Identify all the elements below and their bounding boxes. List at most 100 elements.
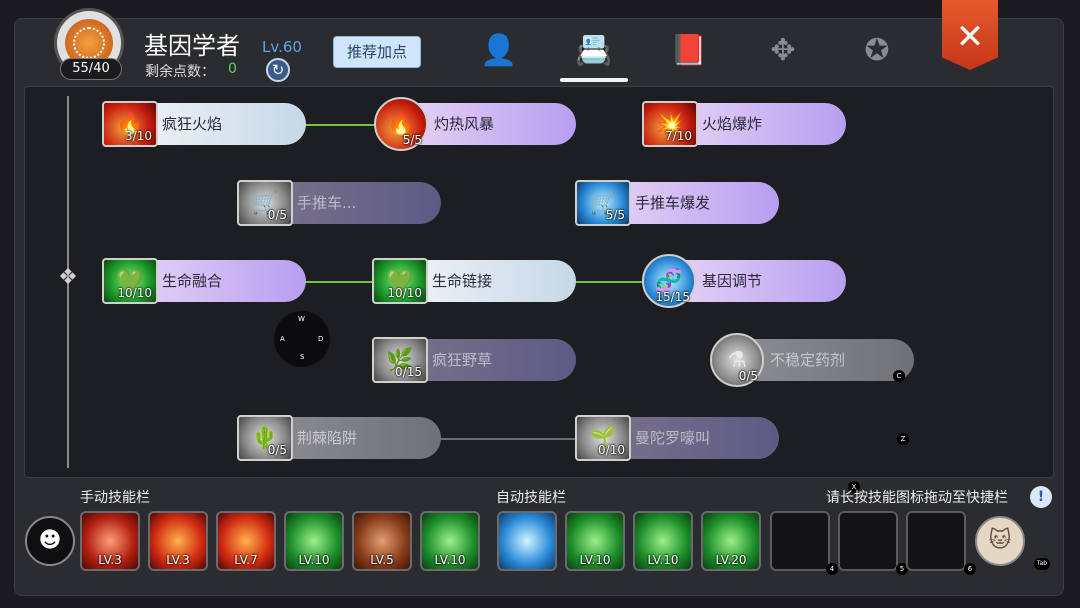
skill-name: 曼陀罗嚎叫 bbox=[635, 429, 711, 447]
skill-name: 疯狂火焰 bbox=[162, 115, 223, 133]
connector bbox=[570, 281, 650, 283]
auto-slot-3[interactable]: LV.10 bbox=[633, 511, 693, 571]
auto-skill-bar-label: 自动技能栏 bbox=[496, 490, 566, 506]
manual-slot-3[interactable]: LV.7 bbox=[216, 511, 276, 571]
skill-count: 10/10 bbox=[387, 286, 422, 300]
recommend-points-button[interactable]: 推荐加点 bbox=[333, 36, 421, 68]
gene-regulate-icon: 🧬 15/15 bbox=[642, 254, 696, 308]
slot-key-hint: 4 bbox=[826, 563, 838, 575]
skill-count: 0/5 bbox=[267, 208, 287, 222]
active-tab-indicator bbox=[560, 78, 628, 82]
manual-slot-5[interactable]: LV.5 bbox=[352, 511, 412, 571]
tab-badge[interactable]: ✪ bbox=[854, 30, 900, 72]
manual-slot-2[interactable]: LV.3 bbox=[148, 511, 208, 571]
manual-mode-avatar[interactable]: ☻ bbox=[25, 516, 75, 566]
skill-node[interactable]: 生命链接 💚 10/10 bbox=[372, 258, 576, 304]
auto-slot-4[interactable]: LV.20 bbox=[701, 511, 761, 571]
connector bbox=[300, 124, 380, 126]
skill-points-total: 55/40 bbox=[60, 58, 122, 80]
skill-node[interactable]: 生命融合 💚 10/10 bbox=[102, 258, 306, 304]
key-z-hint: Z bbox=[897, 433, 909, 445]
cart-burst-icon: 🛒 5/5 bbox=[575, 180, 631, 226]
info-icon[interactable]: ! bbox=[1030, 486, 1052, 508]
manual-skill-bar-label: 手动技能栏 bbox=[80, 490, 150, 506]
manual-slot-4[interactable]: LV.10 bbox=[284, 511, 344, 571]
key-c-hint: C bbox=[893, 370, 905, 382]
skill-node[interactable]: 基因调节 🧬 15/15 bbox=[642, 254, 846, 308]
explosion-icon: 💥 7/10 bbox=[642, 101, 698, 147]
slot-key-hint: 6 bbox=[964, 563, 976, 575]
ornament-icon: ❖ bbox=[58, 265, 78, 290]
person-star-icon: 👤 bbox=[480, 33, 518, 68]
tab-book[interactable]: 📕 bbox=[666, 30, 712, 72]
cross-arrows-icon: ✥ bbox=[770, 33, 796, 68]
auto-mode-avatar[interactable]: 🐱 bbox=[975, 516, 1025, 566]
empty-slot[interactable] bbox=[770, 511, 830, 571]
class-level: Lv.60 bbox=[262, 38, 302, 56]
skill-node[interactable]: 灼热风暴 🔥 5/5 bbox=[374, 97, 578, 151]
tab-key-hint: Tab bbox=[1034, 558, 1050, 570]
tab-character-skill[interactable]: 👤 bbox=[476, 30, 522, 72]
manual-slot-6[interactable]: LV.10 bbox=[420, 511, 480, 571]
tab-cross[interactable]: ✥ bbox=[760, 30, 806, 72]
skill-name: 火焰爆炸 bbox=[702, 115, 763, 133]
skill-name: 生命融合 bbox=[162, 272, 223, 290]
skill-name: 灼热风暴 bbox=[434, 115, 495, 133]
skill-count: 7/10 bbox=[665, 129, 692, 143]
skill-node[interactable]: 手推车爆发 🛒 5/5 bbox=[575, 180, 779, 226]
contact-book-icon: 📇 bbox=[575, 33, 613, 68]
potion-icon: ⚗ 0/5 bbox=[710, 333, 764, 387]
skill-count: 5/5 bbox=[402, 133, 422, 147]
fire-storm-icon: 🔥 5/5 bbox=[374, 97, 428, 151]
connector bbox=[300, 281, 380, 283]
auto-slot-1[interactable] bbox=[497, 511, 557, 571]
close-button[interactable]: ✕ bbox=[942, 0, 998, 70]
skill-node[interactable]: 荆棘陷阱 🌵 0/5 bbox=[237, 415, 441, 461]
empty-slot[interactable] bbox=[906, 511, 966, 571]
skill-node[interactable]: 曼陀罗嚎叫 🌱 0/10 bbox=[575, 415, 779, 461]
skill-name: 手推车... bbox=[297, 194, 357, 212]
skill-name: 生命链接 bbox=[432, 272, 493, 290]
skill-name: 手推车爆发 bbox=[635, 194, 711, 212]
remaining-points-label: 剩余点数： bbox=[145, 64, 215, 80]
skill-count: 3/10 bbox=[125, 129, 152, 143]
class-title: 基因学者 bbox=[144, 32, 240, 60]
fire-icon: 🔥 3/10 bbox=[102, 101, 158, 147]
cat-face-icon: ☻ bbox=[38, 528, 62, 553]
remaining-points-value: 0 bbox=[228, 61, 237, 77]
skill-node[interactable]: 火焰爆炸 💥 7/10 bbox=[642, 101, 846, 147]
skill-count: 5/5 bbox=[605, 208, 625, 222]
reset-points-button[interactable]: ↻ bbox=[266, 58, 290, 82]
skill-name: 荆棘陷阱 bbox=[297, 429, 358, 447]
skill-count: 0/10 bbox=[598, 443, 625, 457]
skill-count: 0/5 bbox=[267, 443, 287, 457]
wasd-hint: W A D S bbox=[274, 311, 330, 367]
heart-link-icon: 💚 10/10 bbox=[372, 258, 428, 304]
empty-slot[interactable] bbox=[838, 511, 898, 571]
auto-slot-2[interactable]: LV.10 bbox=[565, 511, 625, 571]
skill-node[interactable]: 手推车... 🛒 0/5 bbox=[237, 180, 441, 226]
skill-name: 基因调节 bbox=[702, 272, 763, 290]
book-icon: 📕 bbox=[670, 33, 708, 68]
skill-name: 不稳定药剂 bbox=[770, 351, 846, 369]
drag-hint-label: 请长按技能图标拖动至快捷栏 bbox=[826, 490, 1008, 506]
skill-node[interactable]: 疯狂野草 🌿 0/15 bbox=[372, 337, 576, 383]
skill-node[interactable]: 疯狂火焰 🔥 3/10 bbox=[102, 101, 306, 147]
thorn-trap-icon: 🌵 0/5 bbox=[237, 415, 293, 461]
refresh-icon: ↻ bbox=[271, 61, 285, 79]
mandrake-icon: 🌱 0/10 bbox=[575, 415, 631, 461]
key-a: A bbox=[280, 335, 285, 343]
skill-count: 15/15 bbox=[655, 290, 690, 304]
weed-icon: 🌿 0/15 bbox=[372, 337, 428, 383]
winged-badge-icon: ✪ bbox=[864, 33, 890, 68]
cart-icon: 🛒 0/5 bbox=[237, 180, 293, 226]
key-w: W bbox=[298, 315, 305, 323]
heart-fusion-icon: 💚 10/10 bbox=[102, 258, 158, 304]
manual-slot-1[interactable]: LV.3 bbox=[80, 511, 140, 571]
skill-count: 10/10 bbox=[117, 286, 152, 300]
cat-face-icon: 🐱 bbox=[988, 528, 1012, 553]
skill-node[interactable]: 不稳定药剂 ⚗ 0/5 bbox=[710, 333, 914, 387]
key-s: S bbox=[300, 353, 305, 361]
skill-name: 疯狂野草 bbox=[432, 351, 493, 369]
tab-skill-book[interactable]: 📇 bbox=[571, 30, 617, 72]
